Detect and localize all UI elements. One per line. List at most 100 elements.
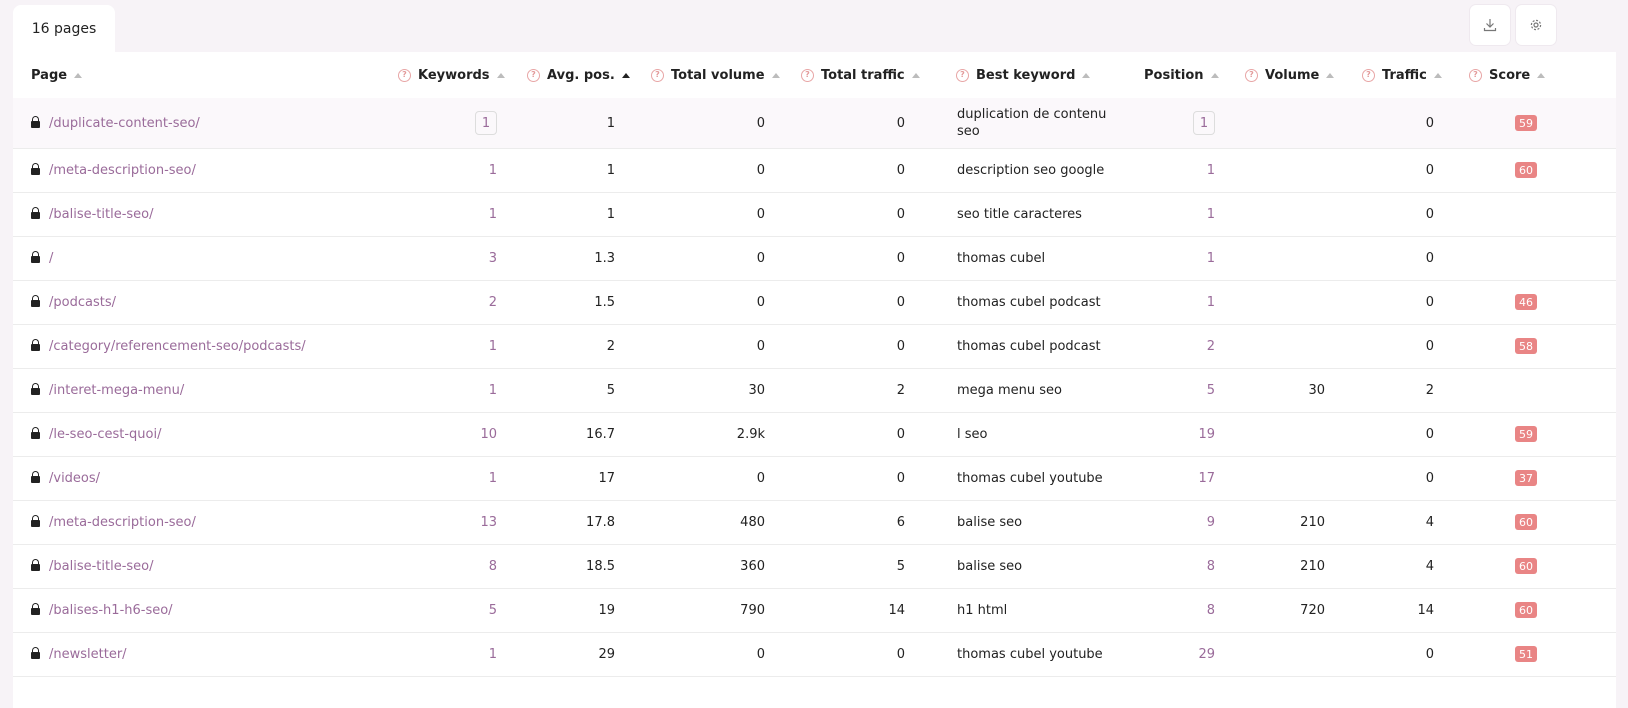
page-link[interactable]: /meta-description-seo/ [49, 515, 196, 530]
page-cell[interactable]: /category/referencement-seo/podcasts/ [31, 324, 306, 368]
position-cell[interactable]: 8 [1153, 588, 1215, 632]
page-link[interactable]: /duplicate-content-seo/ [49, 116, 200, 131]
keywords-count[interactable]: 13 [480, 515, 497, 530]
keywords-count[interactable]: 1 [489, 339, 497, 354]
keywords-count[interactable]: 1 [489, 163, 497, 178]
page-link[interactable]: /podcasts/ [49, 295, 116, 310]
settings-button[interactable] [1516, 5, 1556, 45]
keywords-cell[interactable]: 3 [413, 236, 497, 280]
keywords-count[interactable]: 1 [489, 647, 497, 662]
page-link[interactable]: /meta-description-seo/ [49, 163, 196, 178]
keywords-count[interactable]: 10 [480, 427, 497, 442]
table-row[interactable]: /podcasts/2 1.5 0 0 thomas cubel podcast 1 0 46 [13, 280, 1616, 325]
table-row[interactable]: /interet-mega-menu/1 5 30 2 mega menu seo 5 30… [13, 368, 1616, 413]
page-cell[interactable]: /interet-mega-menu/ [31, 368, 184, 412]
help-icon[interactable]: ? [398, 68, 411, 82]
page-link[interactable]: /category/referencement-seo/podcasts/ [49, 339, 306, 354]
keywords-count[interactable]: 2 [489, 295, 497, 310]
col-avg-pos[interactable]: ? Avg. pos. [527, 52, 630, 98]
table-row[interactable]: /meta-description-seo/13 17.8 480 6 balise s… [13, 500, 1616, 545]
position-value[interactable]: 8 [1207, 559, 1215, 574]
col-volume[interactable]: ? Volume [1245, 52, 1335, 98]
position-cell[interactable]: 19 [1153, 412, 1215, 456]
position-cell[interactable]: 1 [1153, 192, 1215, 236]
page-link[interactable]: /balise-title-seo/ [49, 207, 154, 222]
col-total-volume[interactable]: ? Total volume [651, 52, 780, 98]
position-cell[interactable]: 9 [1153, 500, 1215, 544]
col-traffic[interactable]: ? Traffic [1362, 52, 1442, 98]
page-cell[interactable]: /meta-description-seo/ [31, 148, 196, 192]
keywords-count[interactable]: 1 [489, 207, 497, 222]
position-cell[interactable]: 8 [1153, 544, 1215, 588]
col-score[interactable]: ? Score [1469, 52, 1546, 98]
col-position[interactable]: Position [1144, 52, 1219, 98]
page-cell[interactable]: /le-seo-cest-quoi/ [31, 412, 161, 456]
help-icon[interactable]: ? [1362, 68, 1375, 82]
position-cell[interactable]: 5 [1153, 368, 1215, 412]
page-cell[interactable]: / [31, 236, 53, 280]
col-keywords[interactable]: ? Keywords [398, 52, 505, 98]
keywords-cell[interactable]: 10 [413, 412, 497, 456]
table-row[interactable]: /meta-description-seo/1 1 0 0 description se… [13, 148, 1616, 193]
page-cell[interactable]: /videos/ [31, 456, 100, 500]
position-value[interactable]: 5 [1207, 383, 1215, 398]
position-value[interactable]: 1 [1207, 163, 1215, 178]
table-row[interactable]: /balise-title-seo/8 18.5 360 5 balise seo 8 21… [13, 544, 1616, 589]
position-cell[interactable]: 29 [1153, 632, 1215, 676]
page-cell[interactable]: /podcasts/ [31, 280, 116, 324]
help-icon[interactable]: ? [651, 68, 664, 82]
page-link[interactable]: / [49, 251, 53, 266]
download-button[interactable] [1470, 5, 1510, 45]
position-cell[interactable]: 1 [1153, 148, 1215, 192]
keywords-cell[interactable]: 1 [413, 98, 497, 148]
page-cell[interactable]: /balise-title-seo/ [31, 544, 154, 588]
table-row[interactable]: /duplicate-content-seo/1 1 0 0 duplication d… [13, 98, 1616, 149]
keywords-count[interactable]: 5 [489, 603, 497, 618]
page-link[interactable]: /balises-h1-h6-seo/ [49, 603, 173, 618]
tab-pages[interactable]: 16 pages [13, 5, 115, 52]
keywords-cell[interactable]: 2 [413, 280, 497, 324]
position-value[interactable]: 17 [1198, 471, 1215, 486]
position-value[interactable]: 29 [1198, 647, 1215, 662]
keywords-cell[interactable]: 1 [413, 324, 497, 368]
keywords-count[interactable]: 1 [475, 111, 497, 135]
position-value[interactable]: 1 [1207, 295, 1215, 310]
position-value[interactable]: 1 [1193, 111, 1215, 135]
page-cell[interactable]: /duplicate-content-seo/ [31, 98, 200, 148]
page-link[interactable]: /newsletter/ [49, 647, 127, 662]
position-cell[interactable]: 1 [1153, 98, 1215, 148]
table-row[interactable]: /newsletter/1 29 0 0 thomas cubel youtube 29 0… [13, 632, 1616, 677]
page-link[interactable]: /le-seo-cest-quoi/ [49, 427, 161, 442]
position-cell[interactable]: 1 [1153, 236, 1215, 280]
page-link[interactable]: /interet-mega-menu/ [49, 383, 184, 398]
page-cell[interactable]: /meta-description-seo/ [31, 500, 196, 544]
help-icon[interactable]: ? [1245, 68, 1258, 82]
position-value[interactable]: 1 [1207, 207, 1215, 222]
keywords-count[interactable]: 1 [489, 383, 497, 398]
table-row[interactable]: / 3 1.3 0 0 thomas cubel 1 0 [13, 236, 1616, 281]
keywords-count[interactable]: 1 [489, 471, 497, 486]
col-best-keyword[interactable]: ? Best keyword [956, 52, 1091, 98]
table-row[interactable]: /videos/1 17 0 0 thomas cubel youtube 17 0 37 [13, 456, 1616, 501]
position-value[interactable]: 1 [1207, 251, 1215, 266]
keywords-cell[interactable]: 1 [413, 148, 497, 192]
page-cell[interactable]: /balise-title-seo/ [31, 192, 154, 236]
position-cell[interactable]: 17 [1153, 456, 1215, 500]
position-cell[interactable]: 2 [1153, 324, 1215, 368]
keywords-count[interactable]: 3 [489, 251, 497, 266]
help-icon[interactable]: ? [1469, 68, 1482, 82]
help-icon[interactable]: ? [801, 68, 814, 82]
page-cell[interactable]: /balises-h1-h6-seo/ [31, 588, 173, 632]
position-value[interactable]: 2 [1207, 339, 1215, 354]
keywords-cell[interactable]: 1 [413, 456, 497, 500]
col-total-traffic[interactable]: ? Total traffic [801, 52, 920, 98]
position-value[interactable]: 19 [1198, 427, 1215, 442]
position-value[interactable]: 9 [1207, 515, 1215, 530]
keywords-cell[interactable]: 1 [413, 192, 497, 236]
position-cell[interactable]: 1 [1153, 280, 1215, 324]
table-row[interactable]: /category/referencement-seo/podcasts/1 2 0… [13, 324, 1616, 369]
table-row[interactable]: /balises-h1-h6-seo/5 19 790 14 h1 html 8 720 14… [13, 588, 1616, 633]
page-link[interactable]: /videos/ [49, 471, 100, 486]
page-cell[interactable]: /newsletter/ [31, 632, 127, 676]
keywords-cell[interactable]: 8 [413, 544, 497, 588]
